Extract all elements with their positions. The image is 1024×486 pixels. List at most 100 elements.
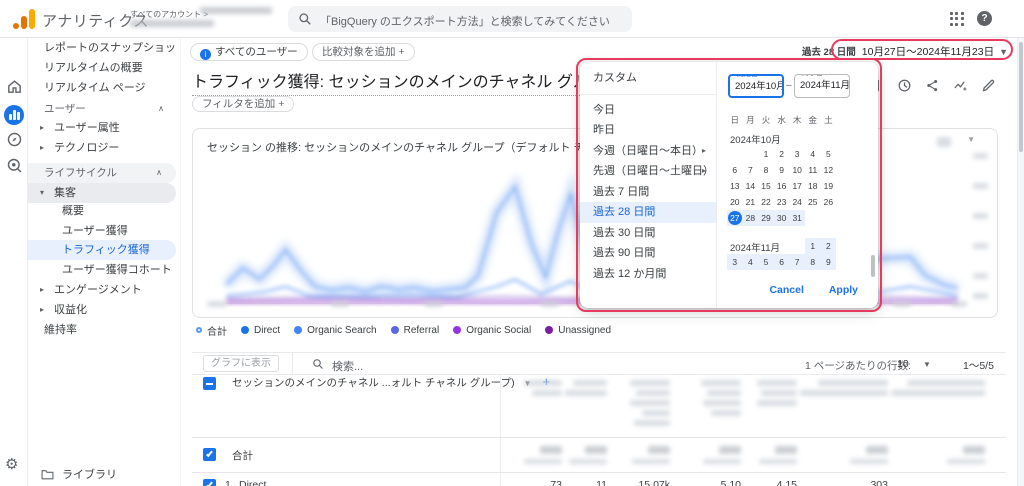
- calendar-day[interactable]: 2: [774, 146, 790, 162]
- sidebar-item-library[interactable]: ライブラリ: [28, 465, 178, 485]
- calendar-day[interactable]: 7: [789, 254, 805, 270]
- cancel-button[interactable]: Cancel: [769, 284, 803, 296]
- calendar-day[interactable]: 27: [727, 210, 743, 226]
- table-search-icon[interactable]: [312, 358, 324, 370]
- sidebar-item[interactable]: 概要: [28, 201, 178, 221]
- calendar-day[interactable]: 23: [774, 194, 790, 210]
- date-preset-option[interactable]: 今日: [580, 100, 716, 121]
- sidebar-item[interactable]: ▸ 収益化: [28, 300, 178, 320]
- reports-icon[interactable]: [4, 105, 24, 125]
- sidebar-item[interactable]: トラフィック獲得: [28, 240, 176, 260]
- table-search-input[interactable]: 検索...: [332, 358, 363, 374]
- collapse-section-icon[interactable]: ∧: [156, 163, 162, 183]
- analytics-logo-icon[interactable]: [13, 9, 35, 29]
- calendar-day[interactable]: 21: [743, 194, 759, 210]
- sidebar-item[interactable]: レポートのスナップショット: [28, 38, 178, 58]
- date-preset-option[interactable]: 過去 90 日間: [580, 243, 716, 264]
- help-icon[interactable]: ?: [977, 11, 992, 26]
- calendar-day[interactable]: 26: [821, 194, 837, 210]
- apply-button[interactable]: Apply: [829, 284, 858, 296]
- calendar-day[interactable]: 4: [805, 146, 821, 162]
- rows-per-page-value[interactable]: 10: [897, 358, 909, 370]
- sidebar-item[interactable]: ユーザー ∧: [28, 99, 178, 119]
- dimension-column-header[interactable]: セッションのメインのチャネル ...ォルト チャネル グループ) ▼ +: [232, 374, 550, 390]
- calendar-day[interactable]: 29: [758, 210, 774, 226]
- apps-grid-icon[interactable]: [950, 12, 964, 26]
- sidebar-item[interactable]: ▸ エンゲージメント: [28, 280, 178, 300]
- calendar-day[interactable]: 11: [805, 162, 821, 178]
- calendar-day[interactable]: 1: [758, 146, 774, 162]
- global-search-input[interactable]: 「BigQuery のエクスポート方法」と検索してみてください: [288, 6, 632, 32]
- sidebar-item[interactable]: ▸ テクノロジー: [28, 138, 178, 158]
- calendar-day[interactable]: 8: [804, 254, 821, 270]
- calendar-day[interactable]: 10: [789, 162, 805, 178]
- sidebar-item[interactable]: ▾ 集客: [28, 183, 176, 203]
- sidebar-item[interactable]: リアルタイム ページ: [28, 78, 178, 98]
- date-preset-option[interactable]: 先週（日曜日～土曜日） ▸: [580, 161, 716, 182]
- end-date-field[interactable]: 終了日 2024年11月2: [794, 74, 850, 98]
- date-preset-option[interactable]: カスタム: [580, 68, 716, 89]
- advertising-icon[interactable]: [6, 157, 23, 174]
- row1-checkbox[interactable]: [203, 479, 216, 486]
- picker-scrollbar[interactable]: [871, 255, 875, 277]
- date-preset-option[interactable]: 過去 30 日間: [580, 223, 716, 244]
- calendar-day[interactable]: 17: [789, 178, 805, 194]
- legend-item[interactable]: Direct: [241, 323, 280, 337]
- calendar-day[interactable]: 9: [774, 162, 790, 178]
- page-scrollbar[interactable]: [1017, 38, 1024, 486]
- calendar-day[interactable]: 14: [743, 178, 759, 194]
- show-on-chart-button[interactable]: グラフに表示: [203, 355, 279, 372]
- start-date-field[interactable]: 開始日 2024年10月2: [728, 74, 784, 98]
- calendar-day[interactable]: 1: [804, 238, 821, 254]
- scrollbar-thumb[interactable]: [1019, 42, 1023, 152]
- calendar-day[interactable]: 15: [758, 178, 774, 194]
- date-preset-option[interactable]: 今週（日曜日～本日） ▸: [580, 141, 716, 162]
- date-preset-option[interactable]: 過去 28 日間: [580, 202, 716, 223]
- sidebar-item[interactable]: ライフサイクル ∧: [28, 163, 176, 183]
- chart-menu-chevron-icon[interactable]: ▼: [967, 135, 975, 144]
- admin-gear-icon[interactable]: ⚙: [5, 455, 18, 473]
- edit-pencil-icon[interactable]: [981, 78, 996, 93]
- select-all-checkbox[interactable]: [203, 377, 216, 390]
- calendar-day[interactable]: 20: [727, 194, 743, 210]
- legend-item[interactable]: Organic Search: [294, 323, 377, 337]
- legend-item[interactable]: Organic Social: [453, 323, 531, 337]
- chart-type-icon[interactable]: [937, 137, 951, 147]
- calendar-day[interactable]: 8: [758, 162, 774, 178]
- calendar-day[interactable]: 24: [789, 194, 805, 210]
- calendar-day[interactable]: 19: [821, 178, 837, 194]
- calendar-day[interactable]: 22: [758, 194, 774, 210]
- calendar-day[interactable]: 18: [805, 178, 821, 194]
- insights-clock-icon[interactable]: [897, 78, 912, 93]
- collapse-section-icon[interactable]: ∧: [158, 99, 164, 119]
- calendar-day[interactable]: 25: [805, 194, 821, 210]
- calendar-day[interactable]: 2: [820, 238, 837, 254]
- calendar-day[interactable]: 3: [789, 146, 805, 162]
- legend-item[interactable]: Unassigned: [545, 323, 611, 337]
- calendar-day[interactable]: 9: [820, 254, 837, 270]
- sidebar-item[interactable]: 維持率: [28, 320, 178, 340]
- calendar-day[interactable]: 7: [743, 162, 759, 178]
- add-filter-chip[interactable]: フィルタを追加 +: [192, 96, 295, 112]
- audience-chip[interactable]: i すべてのユーザー: [190, 43, 308, 61]
- calendar-day[interactable]: 16: [774, 178, 790, 194]
- calendar-day[interactable]: 28: [742, 210, 759, 226]
- legend-item[interactable]: 合計: [196, 323, 227, 338]
- sidebar-item[interactable]: ユーザー獲得コホート: [28, 260, 178, 280]
- sidebar-item[interactable]: ▸ ユーザー属性: [28, 118, 178, 138]
- sidebar-item[interactable]: ユーザー獲得: [28, 221, 178, 241]
- explore-icon[interactable]: [6, 131, 23, 148]
- calendar-day[interactable]: 30: [773, 210, 790, 226]
- home-icon[interactable]: [6, 78, 23, 95]
- add-comparison-chip[interactable]: 比較対象を追加 +: [312, 43, 415, 61]
- insights-spark-icon[interactable]: [953, 78, 968, 93]
- date-preset-option[interactable]: 昨日: [580, 120, 716, 141]
- calendar-day[interactable]: 31: [789, 210, 805, 226]
- share-icon[interactable]: [925, 78, 940, 93]
- calendar-day[interactable]: 5: [821, 146, 837, 162]
- calendar-day[interactable]: 4: [742, 254, 759, 270]
- calendar-day[interactable]: 3: [727, 254, 743, 270]
- legend-item[interactable]: Referral: [390, 323, 439, 337]
- calendar-day[interactable]: 6: [773, 254, 790, 270]
- sidebar-item[interactable]: リアルタイムの概要: [28, 58, 178, 78]
